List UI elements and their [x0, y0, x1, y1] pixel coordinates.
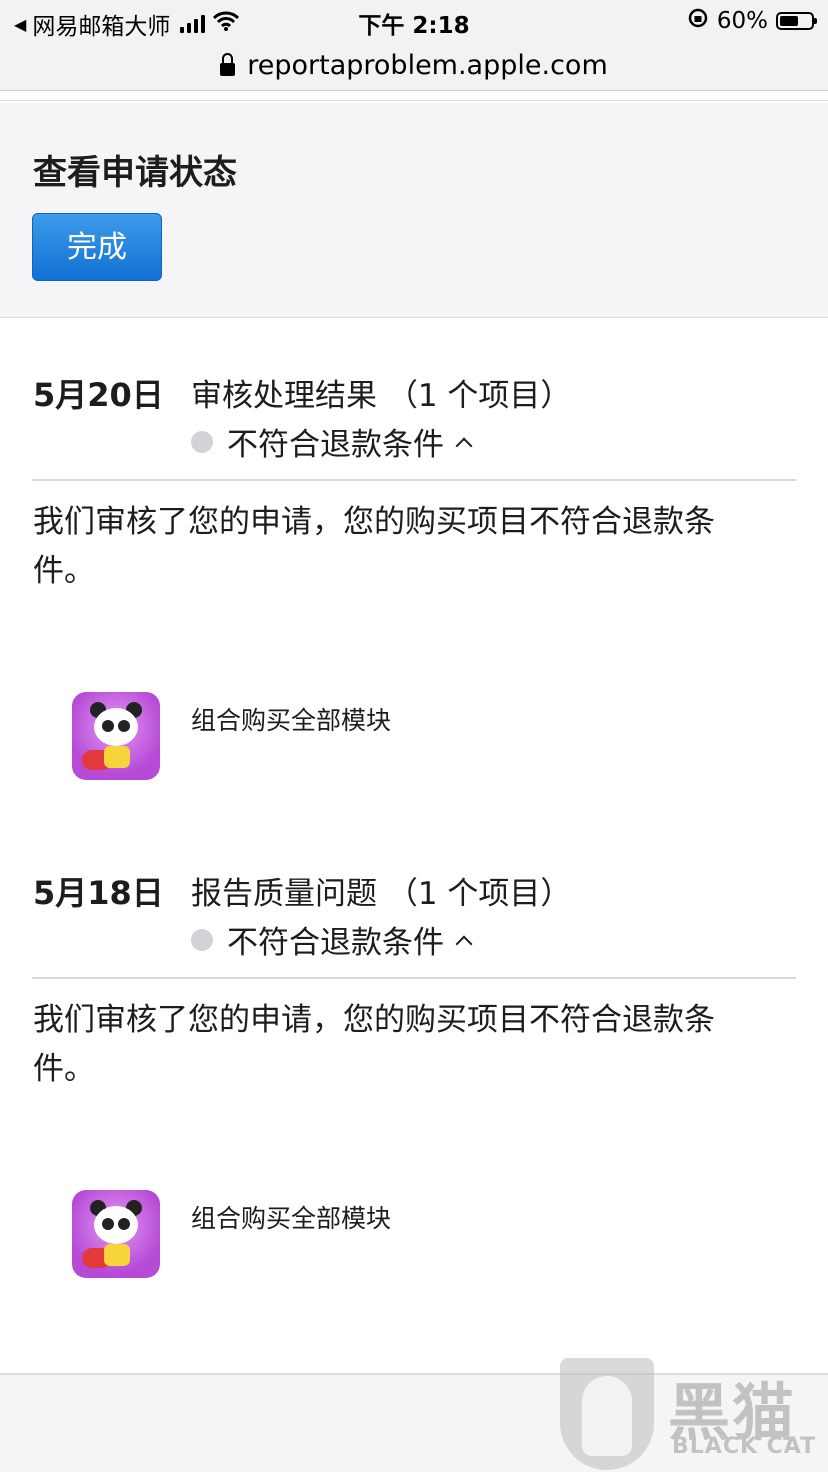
item-name: 组合购买全部模块 [191, 706, 392, 735]
page-header: 查看申请状态 完成 [0, 103, 828, 318]
status-toggle[interactable]: 不符合退款条件 [191, 419, 473, 464]
orientation-lock-icon [687, 7, 709, 35]
lock-icon [220, 52, 236, 76]
battery-percent: 60% [716, 8, 768, 34]
status-bar: ◀ 网易邮箱大师 下午 2:18 60% [0, 0, 828, 40]
status-label[interactable]: 不符合退款条件 [227, 419, 444, 464]
divider [32, 479, 796, 481]
divider [0, 100, 828, 101]
request-date: 5月18日 [33, 874, 164, 912]
status-dot-icon [191, 928, 213, 951]
request-title: 报告质量问题 （1 个项目） [191, 876, 572, 912]
done-button[interactable]: 完成 [32, 213, 162, 281]
page-title: 查看申请状态 [33, 153, 237, 193]
request-date: 5月20日 [33, 376, 164, 414]
baby-panda-app-icon [72, 1190, 160, 1278]
request-title: 审核处理结果 （1 个项目） [191, 378, 572, 414]
chevron-up-icon[interactable] [455, 935, 473, 952]
status-toggle[interactable]: 不符合退款条件 [191, 917, 473, 962]
watermark-subtext: BLACK CAT [672, 1434, 817, 1459]
cat-shield-icon [560, 1358, 654, 1470]
divider [32, 977, 796, 979]
baby-panda-app-icon [72, 692, 160, 780]
black-cat-watermark: 黑猫 BLACK CAT [560, 1358, 828, 1472]
chevron-up-icon[interactable] [455, 437, 473, 454]
status-label[interactable]: 不符合退款条件 [227, 917, 444, 962]
review-message: 我们审核了您的申请，您的购买项目不符合退款条件。 [33, 1002, 715, 1087]
item-name: 组合购买全部模块 [191, 1204, 392, 1233]
battery-icon [776, 12, 817, 30]
review-message: 我们审核了您的申请，您的购买项目不符合退款条件。 [33, 504, 715, 589]
address-bar[interactable]: reportaproblem.apple.com [0, 40, 828, 91]
status-dot-icon [191, 430, 213, 453]
url-text[interactable]: reportaproblem.apple.com [247, 50, 608, 81]
